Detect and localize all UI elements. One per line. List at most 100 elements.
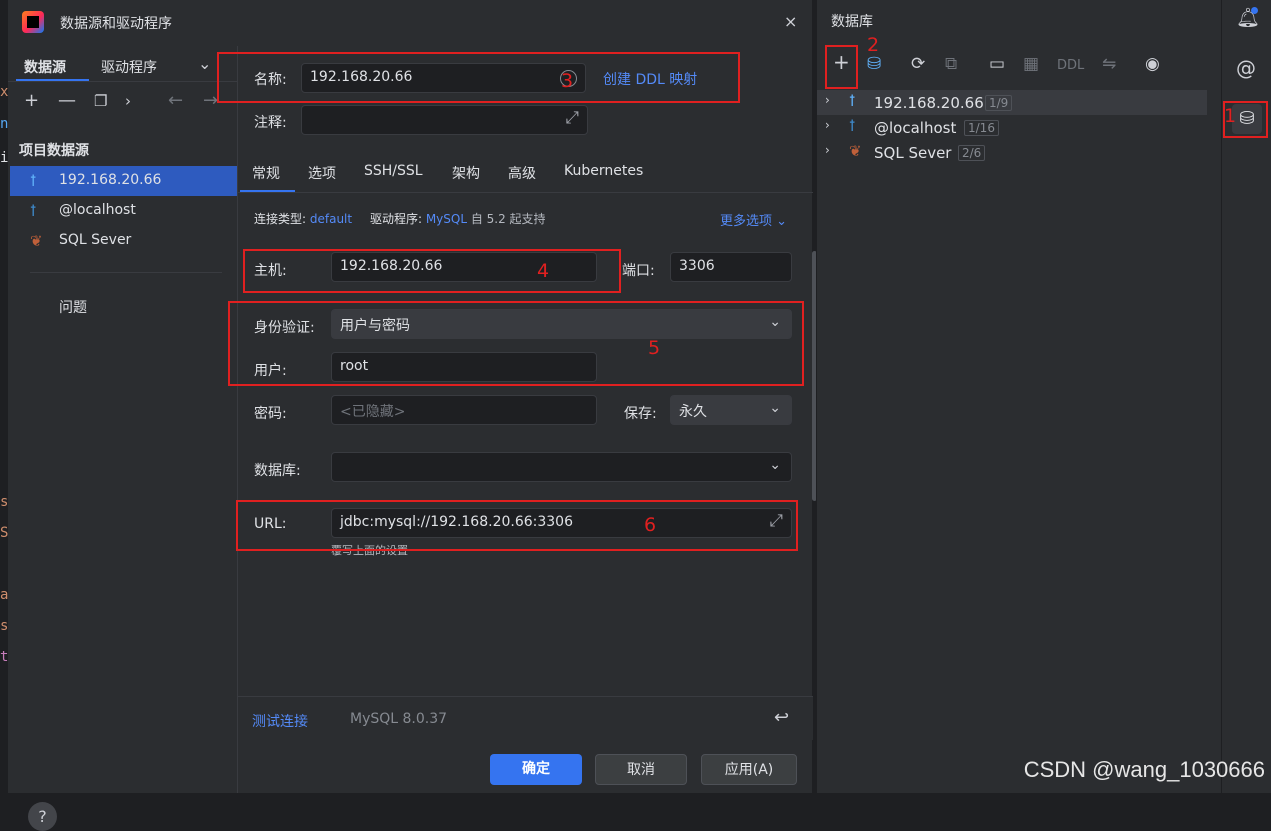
- ok-button[interactable]: 确定: [490, 754, 582, 785]
- database-tool-window: 数据库 + ⛁ ⟳ ⧉ ▭ ▦ DDL ⇋ ◉ › ꝉ 192.168.20.6…: [816, 0, 1221, 793]
- tree-item-localhost[interactable]: › ꝉ @localhost 1/16: [817, 115, 1207, 140]
- back-arrow-icon[interactable]: ←: [168, 90, 183, 111]
- tab-general[interactable]: 常规: [252, 163, 280, 183]
- annotation-box-2: [825, 45, 858, 89]
- annotation-number: 4: [537, 260, 550, 282]
- password-label: 密码:: [254, 406, 287, 422]
- chevron-right-icon[interactable]: ›: [825, 143, 830, 157]
- eye-icon[interactable]: ◉: [1145, 54, 1160, 74]
- apply-button[interactable]: 应用(A): [701, 754, 797, 785]
- tab-options[interactable]: 选项: [308, 163, 336, 183]
- dialog-title-bar[interactable]: 数据源和驱动程序 ×: [8, 0, 812, 46]
- annotation-box-4: [243, 249, 621, 293]
- tree-item-192-168-20-66[interactable]: › ꝉ 192.168.20.66 1/9: [817, 90, 1207, 115]
- port-label: 端口:: [622, 263, 655, 279]
- mysql-icon: ꝉ: [30, 202, 37, 220]
- tree-label: SQL Sever: [874, 144, 952, 162]
- tree-count: 2/6: [958, 145, 986, 161]
- ddl-button[interactable]: DDL: [1057, 58, 1084, 73]
- comment-label: 注释:: [254, 115, 287, 131]
- mysql-icon: ꝉ: [30, 172, 37, 190]
- driver-label: 驱动程序:: [369, 212, 422, 226]
- chevron-down-icon: ⌄: [769, 400, 781, 416]
- driver-support: 自 5.2 起支持: [470, 212, 546, 226]
- more-options-link[interactable]: 更多选项 ⌄: [720, 210, 787, 229]
- tree-label: 192.168.20.66: [874, 94, 984, 112]
- port-input[interactable]: 3306: [670, 252, 792, 282]
- expand-icon[interactable]: ⤢: [565, 108, 579, 128]
- port-value: 3306: [679, 258, 715, 274]
- remove-icon[interactable]: —: [58, 90, 76, 111]
- mysql-icon: ꝉ: [849, 92, 856, 110]
- tab-ssh-ssl[interactable]: SSH/SSL: [364, 163, 423, 179]
- chevron-down-icon[interactable]: ⌄: [198, 54, 211, 73]
- stop-icon[interactable]: ⧉: [945, 54, 957, 74]
- data-source-properties-icon[interactable]: ⛁: [867, 54, 881, 74]
- dialog-title: 数据源和驱动程序: [60, 16, 172, 32]
- source-item-localhost[interactable]: ꝉ @localhost: [10, 196, 237, 226]
- annotation-number: 1: [1224, 105, 1237, 127]
- chevron-right-icon[interactable]: ›: [825, 118, 830, 132]
- source-item-sql-sever[interactable]: ❦ SQL Sever: [10, 226, 237, 256]
- driver-link[interactable]: MySQL: [426, 212, 467, 226]
- chevron-right-icon[interactable]: ›: [125, 92, 131, 110]
- mysql-icon: ꝉ: [849, 117, 856, 135]
- test-connection-link[interactable]: 测试连接: [252, 711, 308, 731]
- annotation-number: 6: [644, 514, 657, 536]
- server-version: MySQL 8.0.37: [350, 711, 448, 727]
- jump-icon[interactable]: ⇋: [1102, 54, 1116, 74]
- table-icon[interactable]: ▦: [1023, 54, 1039, 74]
- ai-assistant-icon[interactable]: @: [1236, 56, 1256, 80]
- editor-gutter: x n i s S a s t: [0, 0, 8, 793]
- left-toolbar: + — ❐ › ← →: [8, 90, 237, 118]
- close-icon[interactable]: ×: [784, 12, 797, 31]
- tab-kubernetes[interactable]: Kubernetes: [564, 163, 643, 179]
- copy-icon[interactable]: ❐: [94, 92, 107, 110]
- annotation-box-3: [217, 52, 740, 103]
- annotation-number: 2: [867, 34, 880, 56]
- password-input[interactable]: <已隐藏>: [331, 395, 597, 425]
- data-source-form: 名称: 192.168.20.66 创建 DDL 映射 注释: ⤢ 常规 选项 …: [237, 46, 817, 793]
- divider: [238, 192, 813, 193]
- project-data-sources-heading: 项目数据源: [19, 143, 89, 159]
- annotation-box-5: [228, 301, 804, 386]
- connection-type-label: 连接类型:: [254, 212, 307, 226]
- tree-label: @localhost: [874, 119, 957, 137]
- test-connection-bar: 测试连接 MySQL 8.0.37 ↩: [238, 696, 813, 740]
- revert-icon[interactable]: ↩: [774, 707, 789, 728]
- forward-arrow-icon[interactable]: →: [203, 90, 218, 111]
- annotation-number: 3: [561, 70, 574, 92]
- console-icon[interactable]: ▭: [989, 54, 1005, 74]
- tree-count: 1/9: [985, 95, 1013, 111]
- database-panel-title: 数据库: [831, 14, 873, 30]
- connection-type-row: 连接类型: default 驱动程序: MySQL 自 5.2 起支持: [254, 210, 546, 227]
- data-sources-list-pane: 数据源 驱动程序 ⌄ + — ❐ › ← → 项目数据源 ꝉ 192.168.2…: [8, 46, 237, 831]
- more-options-label: 更多选项: [720, 214, 773, 229]
- chevron-down-icon: ⌄: [769, 457, 781, 473]
- database-label: 数据库:: [254, 463, 301, 479]
- tab-drivers[interactable]: 驱动程序: [101, 57, 157, 77]
- sqlserver-icon: ❦: [30, 232, 43, 250]
- database-select[interactable]: ⌄: [331, 452, 792, 482]
- annotation-box-6: [236, 500, 798, 551]
- source-label: 192.168.20.66: [59, 172, 162, 188]
- annotation-number: 5: [648, 337, 661, 359]
- chevron-right-icon[interactable]: ›: [825, 93, 830, 107]
- connection-type-value[interactable]: default: [310, 212, 352, 226]
- tree-item-sql-sever[interactable]: › ❦ SQL Sever 2/6: [817, 140, 1207, 165]
- tab-data-sources[interactable]: 数据源: [24, 57, 66, 77]
- source-item-192-168-20-66[interactable]: ꝉ 192.168.20.66: [10, 166, 237, 196]
- add-icon[interactable]: +: [24, 90, 39, 111]
- cancel-button[interactable]: 取消: [595, 754, 687, 785]
- notification-dot: [1251, 7, 1258, 14]
- left-tabs: 数据源 驱动程序 ⌄: [8, 46, 237, 82]
- save-select[interactable]: 永久 ⌄: [670, 395, 792, 425]
- comment-input[interactable]: ⤢: [301, 105, 588, 135]
- source-label: @localhost: [59, 202, 136, 218]
- help-button[interactable]: ?: [28, 802, 57, 831]
- data-sources-dialog: 数据源和驱动程序 × 数据源 驱动程序 ⌄ + — ❐ › ← → 项目数据源 …: [8, 0, 817, 831]
- refresh-icon[interactable]: ⟳: [911, 54, 925, 74]
- tab-schemas[interactable]: 架构: [452, 163, 480, 183]
- issues-item[interactable]: 问题: [59, 297, 87, 317]
- tab-advanced[interactable]: 高级: [508, 163, 536, 183]
